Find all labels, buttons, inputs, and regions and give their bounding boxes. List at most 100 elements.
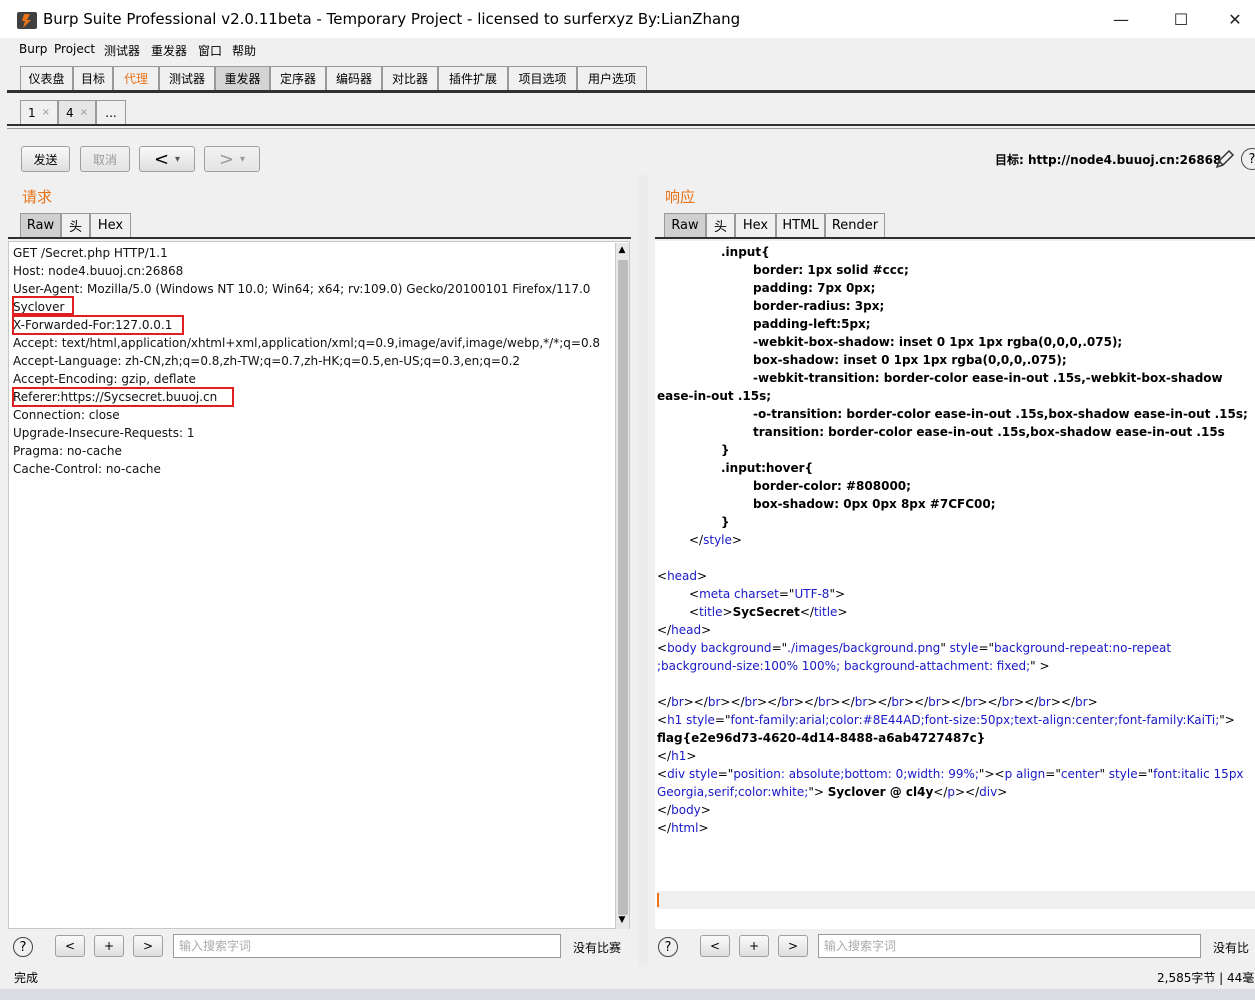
tab-sequencer[interactable]: 定序器: [270, 66, 326, 90]
code-token: <: [657, 767, 668, 781]
response-tab-html[interactable]: HTML: [776, 213, 825, 237]
tab-user-options[interactable]: 用户选项: [577, 66, 647, 90]
code-token: ></: [867, 695, 892, 709]
pencil-icon[interactable]: [1214, 148, 1236, 170]
tab-close-icon[interactable]: ×: [42, 107, 50, 118]
split-divider[interactable]: [638, 175, 648, 965]
tab-divider: [7, 124, 1255, 126]
code-token: "><: [978, 767, 1005, 781]
request-tab-headers[interactable]: 头: [61, 213, 90, 237]
response-line: transition: border-color ease-in-out .15…: [753, 423, 1225, 441]
repeater-tab-label: 4: [65, 105, 74, 120]
tab-project-options[interactable]: 项目选项: [508, 66, 577, 90]
tab-extender[interactable]: 插件扩展: [438, 66, 508, 90]
maximize-button[interactable]: ☐: [1158, 4, 1204, 34]
search-add-button[interactable]: +: [739, 935, 769, 957]
code-token: >: [731, 533, 742, 547]
code-token: ></: [793, 695, 818, 709]
tab-decoder[interactable]: 编码器: [326, 66, 382, 90]
menu-burp[interactable]: Burp: [19, 42, 47, 56]
code-token: body: [671, 803, 701, 817]
code-token: br: [1038, 695, 1051, 709]
code-token: -webkit-transition: border-color ease-in…: [753, 371, 1223, 385]
search-next-button[interactable]: >: [778, 935, 808, 957]
scroll-up-icon[interactable]: ▲: [616, 245, 628, 257]
request-line: Accept-Encoding: gzip, deflate: [13, 372, 196, 386]
response-line: -o-transition: border-color ease-in-out …: [753, 405, 1248, 423]
request-line: Cache-Control: no-cache: [13, 462, 161, 476]
code-token: style: [703, 533, 732, 547]
tab-target[interactable]: 目标: [73, 66, 113, 90]
code-token: </: [657, 695, 672, 709]
response-search-input[interactable]: 输入搜索字词: [818, 934, 1201, 958]
search-next-button[interactable]: >: [133, 935, 163, 957]
code-token: h1: [667, 713, 683, 727]
code-token: ></: [1050, 695, 1076, 709]
code-token: >: [697, 569, 708, 583]
tab-comparer[interactable]: 对比器: [382, 66, 438, 90]
back-button[interactable]: < ▾: [139, 146, 195, 172]
response-line: <meta charset="UTF-8">: [689, 585, 845, 603]
cancel-button[interactable]: 取消: [80, 146, 130, 172]
code-token: =": [717, 767, 734, 781]
code-token: html: [671, 821, 699, 835]
code-token: </: [657, 623, 672, 637]
request-tab-hex[interactable]: Hex: [90, 213, 131, 237]
tab-proxy[interactable]: 代理: [113, 66, 159, 90]
send-button[interactable]: 发送: [21, 146, 70, 172]
tab-repeater[interactable]: 重发器: [215, 66, 270, 90]
response-line: ease-in-out .15s;: [657, 387, 771, 405]
menu-window[interactable]: 窗口: [198, 42, 222, 59]
response-line: border-radius: 3px;: [753, 297, 884, 315]
menu-help[interactable]: 帮助: [232, 42, 256, 59]
help-icon[interactable]: ?: [658, 937, 678, 957]
menu-project[interactable]: Project: [54, 42, 95, 56]
code-token: font-family:arial;color:#8E44AD;font-siz…: [730, 713, 1220, 727]
scroll-down-icon[interactable]: ▼: [616, 915, 628, 927]
request-editor[interactable]: GET /Secret.php HTTP/1.1 Host: node4.buu…: [8, 241, 630, 929]
close-button[interactable]: ✕: [1212, 4, 1255, 34]
response-editor[interactable]: .input{border: 1px solid #ccc; padding: 7…: [655, 241, 1255, 929]
tab-close-icon[interactable]: ×: [80, 107, 88, 118]
tab-dashboard[interactable]: 仪表盘: [20, 66, 73, 90]
response-tab-hex[interactable]: Hex: [735, 213, 776, 237]
code-token: </: [933, 785, 948, 799]
request-line: Upgrade-Insecure-Requests: 1: [13, 426, 195, 440]
help-icon[interactable]: ?: [1241, 148, 1255, 170]
pane-divider: [8, 237, 631, 239]
code-token: >: [997, 785, 1008, 799]
response-line: border-color: #808000;: [753, 477, 911, 495]
code-token: br: [817, 695, 831, 709]
repeater-tab-new[interactable]: ...: [96, 100, 126, 124]
request-tab-raw[interactable]: Raw: [20, 213, 61, 237]
menu-repeater[interactable]: 重发器: [151, 42, 187, 59]
response-tab-render[interactable]: Render: [825, 213, 885, 237]
repeater-tab-1[interactable]: 1 ×: [20, 100, 58, 124]
response-line: </body>: [657, 801, 711, 819]
response-tab-raw[interactable]: Raw: [664, 213, 706, 237]
minimize-button[interactable]: —: [1098, 4, 1144, 34]
response-tab-headers[interactable]: 头: [706, 213, 735, 237]
code-token: br: [1075, 695, 1088, 709]
code-token: ">: [1219, 713, 1235, 727]
code-token: <: [657, 713, 668, 727]
response-size: 2,585字节 | 44毫: [1157, 971, 1255, 985]
code-token: ></: [757, 695, 782, 709]
forward-button[interactable]: > ▾: [204, 146, 260, 172]
repeater-tab-4[interactable]: 4 ×: [58, 100, 96, 124]
search-add-button[interactable]: +: [94, 935, 124, 957]
request-search-input[interactable]: 输入搜索字词: [173, 934, 561, 958]
window-titlebar: Burp Suite Professional v2.0.11beta - Te…: [0, 0, 1255, 38]
menu-intruder[interactable]: 测试器: [104, 42, 140, 59]
taskbar-edge: [0, 989, 1255, 1000]
scrollbar-thumb[interactable]: [618, 260, 628, 915]
code-token: ></: [1014, 695, 1039, 709]
code-token: background: [700, 641, 772, 655]
request-line: Pragma: no-cache: [13, 444, 122, 458]
search-prev-button[interactable]: <: [700, 935, 730, 957]
tab-intruder[interactable]: 测试器: [159, 66, 215, 90]
response-line: ;background-size:100% 100%; background-a…: [657, 657, 1050, 675]
code-token: ": [940, 641, 950, 655]
search-prev-button[interactable]: <: [55, 935, 85, 957]
help-icon[interactable]: ?: [13, 937, 33, 957]
